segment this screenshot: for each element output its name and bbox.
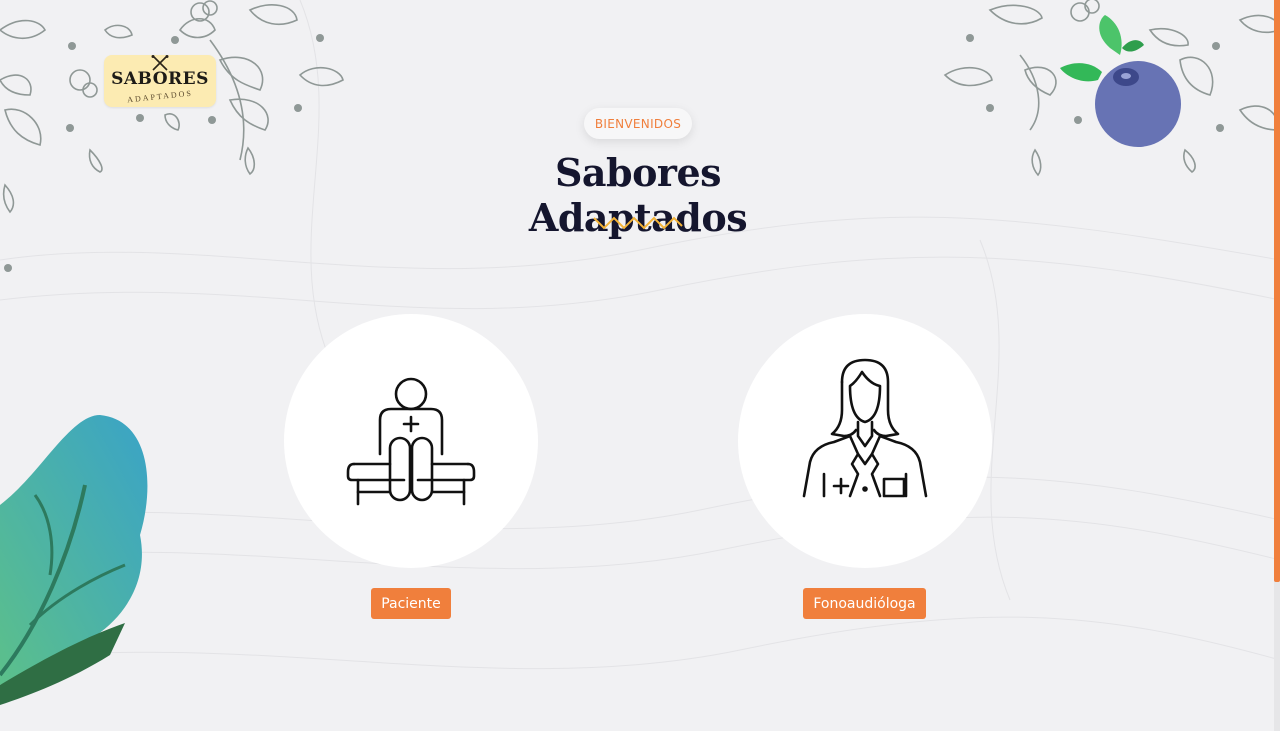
- logo-title: SABORES: [111, 69, 209, 89]
- patient-option[interactable]: [284, 314, 538, 568]
- welcome-badge: BIENVENIDOS: [584, 108, 692, 139]
- zigzag-divider: [593, 216, 683, 230]
- floral-decoration-top-left: [0, 0, 344, 272]
- patient-icon: [346, 377, 476, 506]
- logo-subtitle: ADAPTADOS: [126, 88, 194, 105]
- speech-therapist-button[interactable]: Fonoaudióloga: [803, 588, 926, 619]
- scrollbar-thumb[interactable]: [1274, 0, 1280, 582]
- patient-button[interactable]: Paciente: [371, 588, 451, 619]
- speech-therapist-option[interactable]: [738, 314, 992, 568]
- brand-logo[interactable]: SABORES ADAPTADOS: [104, 55, 216, 107]
- floral-decoration-top-right: [943, 0, 1280, 177]
- leaf-decoration-bottom-left: [0, 415, 148, 705]
- doctor-icon: [802, 358, 928, 498]
